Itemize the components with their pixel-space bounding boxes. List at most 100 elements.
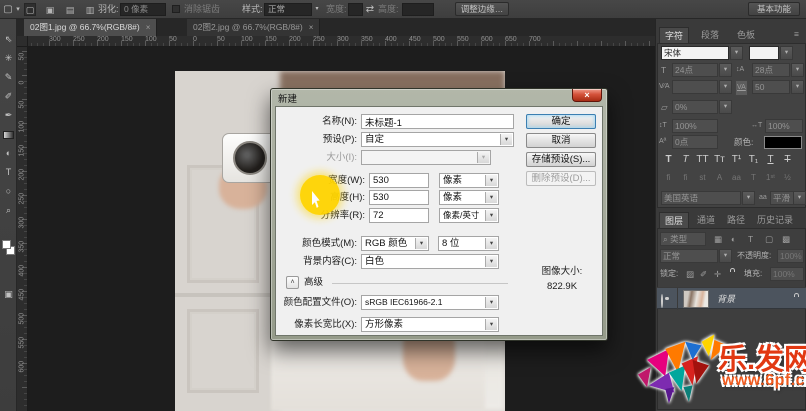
chevron-down-icon[interactable]: ▾ (485, 238, 497, 249)
close-icon[interactable]: × (146, 23, 151, 32)
text-color-swatch[interactable] (764, 136, 802, 149)
anti-alias-dropdown[interactable]: 平滑 (770, 191, 794, 205)
chevron-down-icon[interactable]: ▾ (742, 191, 755, 205)
advanced-collapse-icon[interactable]: ˄ (286, 276, 299, 289)
eyedropper-tool-icon[interactable]: ✎ (0, 70, 17, 85)
style-dropdown[interactable]: 正常 (264, 3, 312, 16)
chevron-down-icon[interactable]: ▾ (485, 192, 497, 203)
layer-name[interactable]: 背景 (717, 292, 735, 305)
tracking-field[interactable]: 50 (752, 80, 790, 94)
lock-position-icon[interactable]: ✛ (714, 267, 721, 281)
tab-swatches[interactable]: 色板 (732, 27, 760, 43)
filter-type-layers-icon[interactable]: T (748, 232, 753, 246)
filter-pixel-layers-icon[interactable]: ▦ (714, 232, 722, 246)
shape-tool-icon[interactable]: ○ (0, 184, 17, 199)
width-input[interactable] (348, 3, 363, 16)
cancel-button[interactable]: 取消 (526, 133, 596, 148)
new-selection-mode-icon[interactable]: ▢ (24, 3, 36, 16)
tab-channels[interactable]: 通道 (692, 212, 720, 228)
height-unit-dropdown[interactable]: 像素▾ (439, 190, 499, 205)
foreground-color-swatch[interactable] (2, 240, 11, 249)
screen-mode-icon[interactable]: ▣ (0, 287, 17, 302)
chevron-down-icon[interactable]: ▾ (485, 297, 497, 308)
document-tab-2[interactable]: 02图2.jpg @ 66.7%(RGB/8#)× (187, 19, 320, 36)
filter-adjustment-layers-icon[interactable]: ◐ (731, 232, 736, 246)
resolution-unit-dropdown[interactable]: 像素/英寸▾ (439, 208, 499, 223)
lock-transparency-icon[interactable]: ▨ (686, 267, 694, 281)
faux-bold-icon[interactable]: T (661, 153, 676, 167)
chevron-down-icon[interactable]: ▾ (791, 80, 804, 94)
font-size-field[interactable]: 24点 (672, 63, 718, 77)
chevron-down-icon[interactable]: ▾ (719, 100, 732, 114)
width-input[interactable] (369, 173, 429, 188)
chevron-down-icon[interactable]: ▾ (780, 46, 793, 60)
superscript-icon[interactable]: T¹ (729, 153, 744, 167)
panel-menu-icon[interactable]: ≡ (794, 27, 799, 41)
refine-edge-button[interactable]: 调整边缘… (455, 2, 509, 16)
ok-button[interactable]: 确定 (526, 114, 596, 129)
preset-dropdown[interactable]: 自定▾ (361, 132, 514, 147)
close-icon[interactable]: × (309, 23, 314, 32)
vertical-scale-field[interactable]: 100% (672, 119, 718, 133)
save-preset-button[interactable]: 存储预设(S)... (526, 152, 596, 167)
chevron-down-icon[interactable]: ▾ (719, 80, 732, 94)
faux-italic-icon[interactable]: T (678, 153, 693, 167)
layer-thumbnail[interactable] (683, 290, 709, 308)
chevron-down-icon[interactable]: ▾ (14, 0, 22, 19)
tab-layers[interactable]: 图层 (659, 212, 689, 228)
dialog-title[interactable]: 新建 (278, 91, 297, 105)
chevron-down-icon[interactable]: ▾ (719, 249, 732, 263)
chevron-down-icon[interactable]: ▾ (485, 319, 497, 330)
resolution-input[interactable] (369, 208, 429, 223)
tab-paths[interactable]: 路径 (722, 212, 750, 228)
chevron-down-icon[interactable]: ▾ (730, 46, 743, 60)
subscript-icon[interactable]: T₁ (746, 153, 761, 167)
add-selection-mode-icon[interactable]: ▣ (44, 3, 56, 16)
opacity-field[interactable]: 100% (777, 249, 804, 263)
height-input[interactable] (369, 190, 429, 205)
type-tool-icon[interactable]: T (0, 165, 17, 180)
chevron-down-icon[interactable]: ▾ (500, 134, 512, 145)
gradient-tool-icon[interactable] (3, 131, 14, 139)
width-unit-dropdown[interactable]: 像素▾ (439, 173, 499, 188)
layer-filter-dropdown[interactable]: ⌕ 类型 (660, 232, 706, 246)
feather-input[interactable]: 0 像素 (120, 3, 166, 16)
language-dropdown[interactable]: 美国英语 (661, 191, 741, 205)
filter-smart-objects-icon[interactable]: ▩ (782, 232, 790, 246)
horizontal-scale-field[interactable]: 100% (765, 119, 803, 133)
chevron-down-icon[interactable]: ▾ (415, 238, 427, 249)
chevron-down-icon[interactable]: ▾ (793, 191, 806, 205)
brush-tool-icon[interactable]: ✐ (0, 89, 17, 104)
chevron-down-icon[interactable]: ▾ (485, 175, 497, 186)
chevron-down-icon[interactable]: ▾ (719, 63, 732, 77)
leading-field[interactable]: 28点 (752, 63, 790, 77)
bit-depth-dropdown[interactable]: 8 位▾ (438, 236, 499, 251)
chevron-down-icon[interactable]: ▾ (313, 0, 321, 19)
layer-row-background[interactable]: 背景 (657, 287, 806, 309)
tab-character[interactable]: 字符 (659, 27, 689, 43)
baseline-shift-field[interactable]: 0点 (672, 135, 718, 149)
underline-icon[interactable]: T (763, 153, 778, 167)
tab-history[interactable]: 历史记录 (752, 212, 798, 228)
color-mode-dropdown[interactable]: RGB 颜色▾ (361, 236, 429, 251)
fill-field[interactable]: 100% (770, 267, 804, 281)
all-caps-icon[interactable]: TT (695, 153, 710, 167)
font-style-input[interactable] (749, 46, 779, 60)
horizontal-ruler[interactable]: 3002502001501005005010015020025030035040… (17, 36, 655, 47)
pixel-aspect-dropdown[interactable]: 方形像素▾ (361, 317, 499, 332)
background-contents-dropdown[interactable]: 白色▾ (361, 254, 499, 269)
layer-visibility-eye-icon[interactable] (661, 294, 663, 308)
blend-mode-dropdown[interactable]: 正常 (660, 249, 718, 263)
chevron-down-icon[interactable]: ▾ (791, 63, 804, 77)
document-tab-1[interactable]: 02图1.jpg @ 66.7%(RGB/8#)× (24, 19, 157, 36)
color-profile-dropdown[interactable]: sRGB IEC61966-2.1▾ (361, 295, 499, 310)
lock-pixels-icon[interactable]: ✐ (700, 267, 707, 281)
tool-preset-icon[interactable]: ▢ (2, 0, 14, 19)
pen-tool-icon[interactable]: ✒ (0, 108, 17, 123)
workspace-switcher-button[interactable]: 基本功能 (748, 2, 800, 16)
blur-tool-icon[interactable]: ◐ (0, 146, 17, 161)
name-input[interactable] (361, 114, 514, 129)
filter-shape-layers-icon[interactable]: ▢ (765, 232, 773, 246)
antialias-checkbox[interactable] (172, 5, 180, 13)
proportional-spacing-field[interactable]: 0% (672, 100, 718, 114)
